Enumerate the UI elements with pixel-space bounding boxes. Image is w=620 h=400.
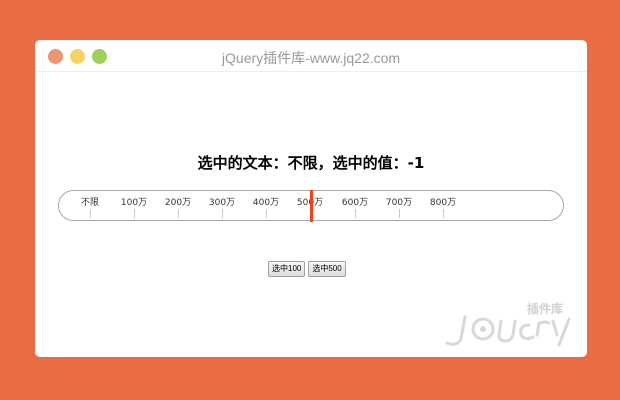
button-group: 选中100 选中500 <box>268 256 349 277</box>
jquery-watermark-logo: 插件库 <box>445 301 571 347</box>
tick-label-100[interactable]: 100万 <box>121 195 147 208</box>
tick-mark <box>178 209 179 218</box>
tick-mark <box>90 209 91 218</box>
svg-text:插件库: 插件库 <box>527 301 563 316</box>
browser-window: jQuery插件库-www.jq22.com 选中的文本：不限，选中的值：-1 … <box>35 40 587 357</box>
window-title: jQuery插件库-www.jq22.com <box>221 50 401 66</box>
tick-mark <box>399 209 400 218</box>
tick-label-unlimited[interactable]: 不限 <box>81 195 99 208</box>
tick-mark <box>355 209 356 218</box>
range-handle[interactable] <box>310 190 313 222</box>
select-500-button[interactable]: 选中500 <box>308 261 346 277</box>
tick-mark <box>266 209 267 218</box>
select-100-button[interactable]: 选中100 <box>268 261 306 277</box>
tick-label-300[interactable]: 300万 <box>209 195 235 208</box>
selection-heading: 选中的文本：不限，选中的值：-1 <box>197 154 425 172</box>
tick-mark <box>134 209 135 218</box>
tick-label-800[interactable]: 800万 <box>430 195 456 208</box>
range-slider[interactable]: 不限 100万 200万 300万 400万 500万 600万 700万 80… <box>58 190 564 222</box>
tick-label-400[interactable]: 400万 <box>253 195 279 208</box>
tick-label-700[interactable]: 700万 <box>386 195 412 208</box>
tick-mark <box>222 209 223 218</box>
tick-mark <box>443 209 444 218</box>
tick-label-200[interactable]: 200万 <box>165 195 191 208</box>
title-bar: jQuery插件库-www.jq22.com <box>35 40 587 72</box>
tick-label-600[interactable]: 600万 <box>342 195 368 208</box>
